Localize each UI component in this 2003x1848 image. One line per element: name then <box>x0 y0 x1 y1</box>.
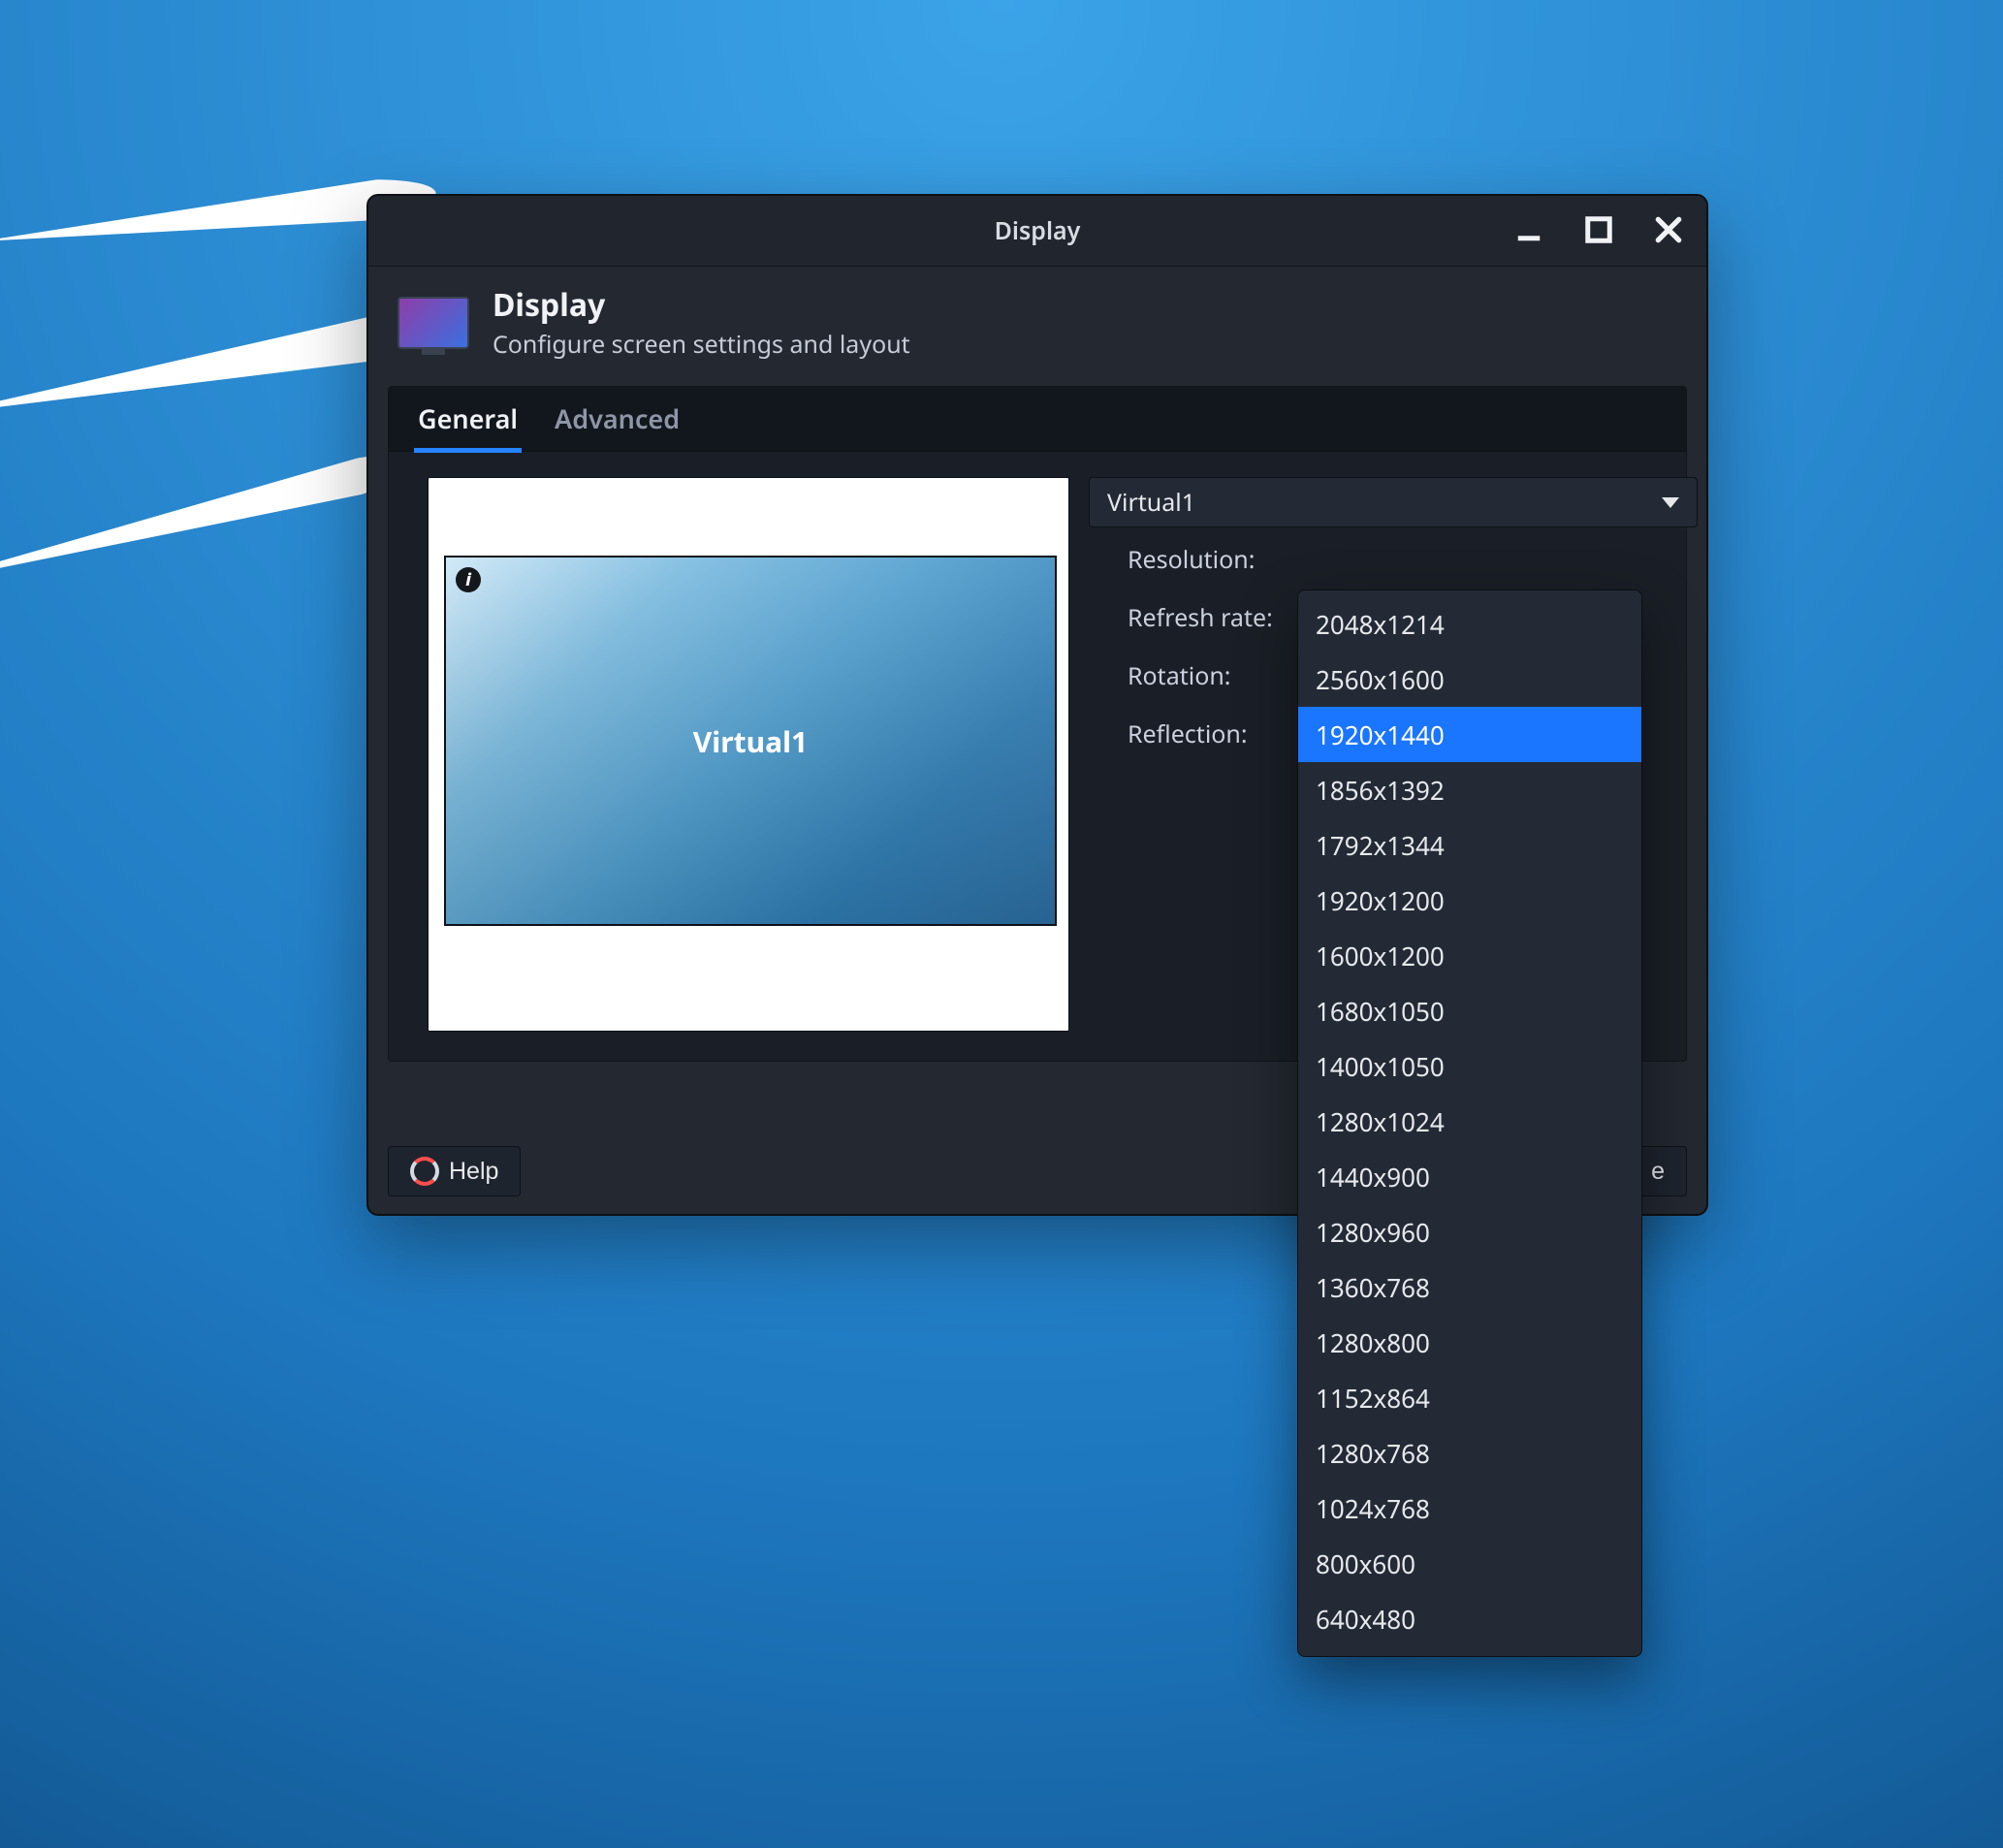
resolution-option[interactable]: 2048x1214 <box>1298 596 1641 652</box>
resolution-option[interactable]: 1280x768 <box>1298 1425 1641 1481</box>
help-button[interactable]: Help <box>388 1146 521 1196</box>
resolution-option[interactable]: 1440x900 <box>1298 1149 1641 1204</box>
window-minimize-button[interactable] <box>1505 206 1553 254</box>
resolution-option[interactable]: 1280x1024 <box>1298 1094 1641 1149</box>
resolution-option[interactable]: 1024x768 <box>1298 1481 1641 1536</box>
decorative-streak <box>0 439 426 604</box>
resolution-option[interactable]: 1400x1050 <box>1298 1038 1641 1094</box>
resolution-option[interactable]: 2560x1600 <box>1298 652 1641 707</box>
close-icon <box>1653 214 1684 245</box>
help-button-label: Help <box>449 1158 498 1186</box>
display-selector-value: Virtual1 <box>1107 486 1195 519</box>
minimize-icon <box>1514 215 1543 244</box>
resolution-option[interactable]: 800x600 <box>1298 1536 1641 1591</box>
resolution-option[interactable]: 1856x1392 <box>1298 762 1641 817</box>
header-title: Display <box>493 284 910 326</box>
label-rotation: Rotation: <box>1128 655 1321 692</box>
header-subtitle: Configure screen settings and layout <box>493 328 910 361</box>
window-close-button[interactable] <box>1644 206 1693 254</box>
window-maximize-button[interactable] <box>1574 206 1623 254</box>
tab-bar: General Advanced <box>389 387 1686 452</box>
resolution-dropdown-popup: 2048x12142560x16001920x14401856x13921792… <box>1297 589 1642 1657</box>
info-icon[interactable]: i <box>456 567 481 592</box>
resolution-option[interactable]: 1280x800 <box>1298 1315 1641 1370</box>
preview-display-label: Virtual1 <box>693 721 808 761</box>
resolution-option[interactable]: 640x480 <box>1298 1591 1641 1646</box>
help-icon <box>410 1157 439 1186</box>
label-resolution: Resolution: <box>1128 539 1321 576</box>
label-refresh-rate: Refresh rate: <box>1128 597 1321 634</box>
resolution-option[interactable]: 1600x1200 <box>1298 928 1641 983</box>
resolution-option[interactable]: 1280x960 <box>1298 1204 1641 1259</box>
display-icon <box>397 297 469 349</box>
header: Display Configure screen settings and la… <box>368 267 1706 386</box>
display-selector[interactable]: Virtual1 <box>1089 477 1698 527</box>
tab-advanced[interactable]: Advanced <box>551 385 684 453</box>
resolution-option[interactable]: 1152x864 <box>1298 1370 1641 1425</box>
maximize-icon <box>1584 215 1613 244</box>
resolution-option[interactable]: 1920x1200 <box>1298 873 1641 928</box>
desktop-wallpaper: Display Display Configure screen setting… <box>0 0 2003 1848</box>
window-title: Display <box>380 214 1695 247</box>
resolution-option[interactable]: 1680x1050 <box>1298 983 1641 1038</box>
resolution-option[interactable]: 1920x1440 <box>1298 707 1641 762</box>
close-button-label-fragment: e <box>1651 1158 1665 1186</box>
resolution-option[interactable]: 1792x1344 <box>1298 817 1641 873</box>
tab-general[interactable]: General <box>414 385 522 453</box>
label-reflection: Reflection: <box>1128 714 1321 750</box>
resolution-option[interactable]: 1360x768 <box>1298 1259 1641 1315</box>
chevron-down-icon <box>1662 497 1679 508</box>
layout-preview[interactable]: i Virtual1 <box>428 477 1069 1032</box>
window-titlebar[interactable]: Display <box>368 196 1706 267</box>
preview-display[interactable]: i Virtual1 <box>444 556 1057 926</box>
